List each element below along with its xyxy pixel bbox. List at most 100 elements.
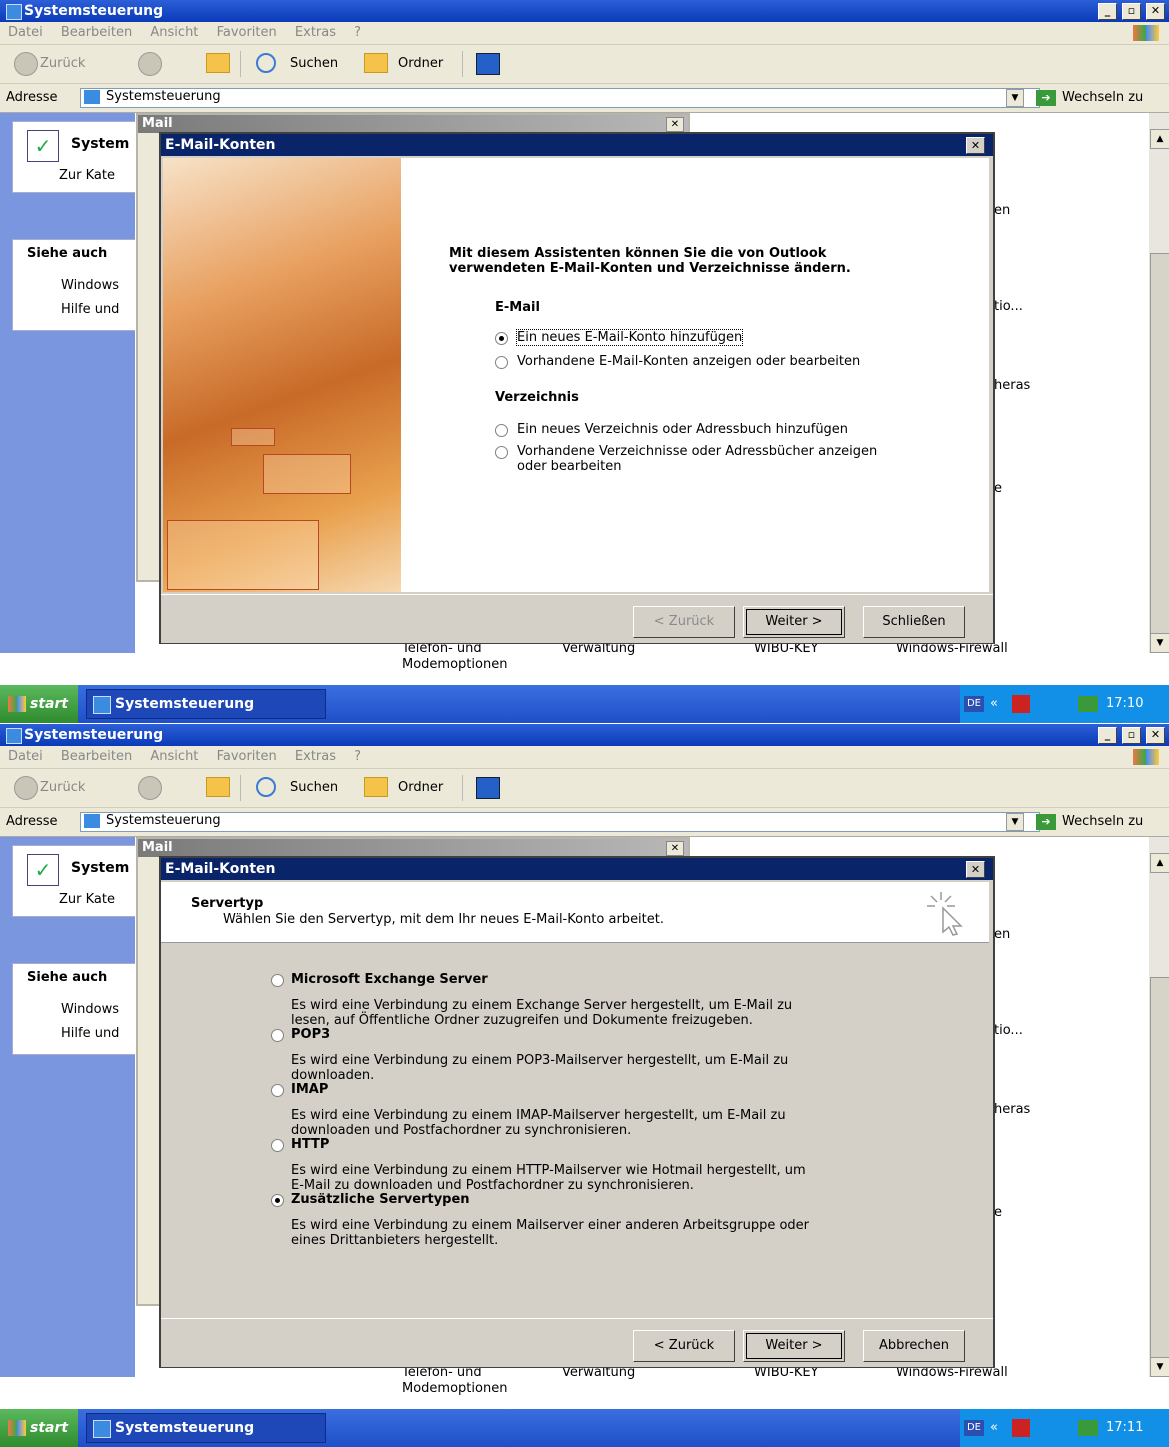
go-arrow-icon[interactable]: ➔ — [1036, 90, 1056, 106]
next-button[interactable]: Weiter > — [743, 1330, 845, 1362]
search-button[interactable]: Suchen — [290, 780, 338, 795]
folder-up-icon[interactable] — [206, 777, 230, 797]
mail-close-button[interactable]: ✕ — [666, 117, 684, 132]
see-also-help[interactable]: Hilfe und — [61, 302, 119, 317]
existing-email-label[interactable]: Vorhandene E-Mail-Konten anzeigen oder b… — [517, 354, 860, 369]
dialog-close-button[interactable]: ✕ — [966, 137, 985, 154]
radio-new-directory[interactable] — [495, 424, 508, 437]
pop3-label[interactable]: POP3 — [291, 1027, 330, 1042]
menu-datei[interactable]: Datei — [8, 749, 43, 764]
minimize-button[interactable]: _ — [1098, 727, 1117, 744]
menu-bearbeiten[interactable]: Bearbeiten — [61, 25, 132, 40]
scroll-thumb[interactable] — [1150, 977, 1169, 1369]
address-dropdown-icon[interactable]: ▼ — [1006, 813, 1024, 831]
menu-datei[interactable]: Datei — [8, 25, 43, 40]
back-arrow-icon[interactable] — [14, 776, 38, 800]
dialog-close-button[interactable]: ✕ — [966, 861, 985, 878]
exchange-label[interactable]: Microsoft Exchange Server — [291, 972, 488, 987]
back-button[interactable]: Zurück — [40, 780, 85, 795]
vertical-scrollbar[interactable]: ▲ ▼ — [1149, 113, 1169, 653]
back-arrow-icon[interactable] — [14, 52, 38, 76]
menu-help[interactable]: ? — [354, 749, 361, 764]
forward-arrow-icon[interactable] — [138, 776, 162, 800]
category-link[interactable]: Zur Kate — [59, 892, 115, 907]
scroll-down-icon[interactable]: ▼ — [1150, 1357, 1169, 1377]
menu-help[interactable]: ? — [354, 25, 361, 40]
taskbar-item-systemsteuerung[interactable]: Systemsteuerung — [86, 1413, 326, 1443]
show-hidden-icons[interactable]: « — [990, 1409, 998, 1447]
search-button[interactable]: Suchen — [290, 56, 338, 71]
existing-directory-label-1[interactable]: Vorhandene Verzeichnisse oder Adressbüch… — [517, 444, 877, 459]
menu-favoriten[interactable]: Favoriten — [217, 25, 277, 40]
radio-existing-directory[interactable] — [495, 446, 508, 459]
phone-modem-label2[interactable]: Modemoptionen — [402, 657, 507, 672]
folder-up-icon[interactable] — [206, 53, 230, 73]
folders-button[interactable]: Ordner — [398, 780, 443, 795]
close-wizard-button[interactable]: Schließen — [863, 606, 965, 638]
scroll-up-icon[interactable]: ▲ — [1150, 129, 1169, 149]
go-arrow-icon[interactable]: ➔ — [1036, 814, 1056, 830]
menu-extras[interactable]: Extras — [295, 749, 336, 764]
folders-icon[interactable] — [364, 777, 388, 797]
go-button[interactable]: Wechseln zu — [1062, 90, 1143, 105]
scroll-down-icon[interactable]: ▼ — [1150, 633, 1169, 653]
radio-additional-servers[interactable] — [271, 1194, 284, 1207]
address-input[interactable] — [80, 812, 1040, 832]
scroll-up-icon[interactable]: ▲ — [1150, 853, 1169, 873]
new-directory-label[interactable]: Ein neues Verzeichnis oder Adressbuch hi… — [517, 422, 848, 437]
back-button[interactable]: < Zurück — [633, 1330, 735, 1362]
search-icon[interactable] — [256, 777, 276, 797]
address-input[interactable] — [80, 88, 1040, 108]
forward-arrow-icon[interactable] — [138, 52, 162, 76]
radio-existing-email[interactable] — [495, 356, 508, 369]
language-indicator[interactable]: DE — [964, 1420, 984, 1436]
network-icon[interactable] — [1078, 696, 1098, 712]
mail-close-button[interactable]: ✕ — [666, 841, 684, 856]
folders-icon[interactable] — [364, 53, 388, 73]
phone-modem-label2[interactable]: Modemoptionen — [402, 1381, 507, 1396]
start-button[interactable]: start — [0, 685, 78, 723]
next-button[interactable]: Weiter > — [743, 606, 845, 638]
radio-imap[interactable] — [271, 1084, 284, 1097]
cancel-button[interactable]: Abbrechen — [863, 1330, 965, 1362]
imap-label[interactable]: IMAP — [291, 1082, 328, 1097]
show-hidden-icons[interactable]: « — [990, 685, 998, 723]
back-button[interactable]: Zurück — [40, 56, 85, 71]
radio-http[interactable] — [271, 1139, 284, 1152]
new-email-label[interactable]: Ein neues E-Mail-Konto hinzufügen — [515, 329, 744, 346]
category-link[interactable]: Zur Kate — [59, 168, 115, 183]
language-indicator[interactable]: DE — [964, 696, 984, 712]
taskbar-item-systemsteuerung[interactable]: Systemsteuerung — [86, 689, 326, 719]
see-also-windows[interactable]: Windows — [61, 1002, 119, 1017]
red-tray-icon[interactable] — [1012, 695, 1030, 713]
start-button[interactable]: start — [0, 1409, 78, 1447]
radio-new-email[interactable] — [495, 332, 508, 345]
search-icon[interactable] — [256, 53, 276, 73]
minimize-button[interactable]: _ — [1098, 3, 1117, 20]
network-icon[interactable] — [1078, 1420, 1098, 1436]
views-icon[interactable] — [476, 777, 500, 799]
views-icon[interactable] — [476, 53, 500, 75]
back-button[interactable]: < Zurück — [633, 606, 735, 638]
see-also-windows[interactable]: Windows — [61, 278, 119, 293]
maximize-button[interactable]: ▫ — [1122, 727, 1141, 744]
radio-exchange[interactable] — [271, 974, 284, 987]
additional-servers-label[interactable]: Zusätzliche Servertypen — [291, 1192, 470, 1207]
address-dropdown-icon[interactable]: ▼ — [1006, 89, 1024, 107]
maximize-button[interactable]: ▫ — [1122, 3, 1141, 20]
menu-favoriten[interactable]: Favoriten — [217, 749, 277, 764]
menu-ansicht[interactable]: Ansicht — [150, 749, 198, 764]
http-label[interactable]: HTTP — [291, 1137, 329, 1152]
menu-ansicht[interactable]: Ansicht — [150, 25, 198, 40]
scroll-thumb[interactable] — [1150, 253, 1169, 645]
menu-bearbeiten[interactable]: Bearbeiten — [61, 749, 132, 764]
close-button[interactable]: ✕ — [1146, 727, 1165, 744]
menu-extras[interactable]: Extras — [295, 25, 336, 40]
existing-directory-label-2[interactable]: oder bearbeiten — [517, 459, 621, 474]
close-button[interactable]: ✕ — [1146, 3, 1165, 20]
radio-pop3[interactable] — [271, 1029, 284, 1042]
vertical-scrollbar[interactable]: ▲ ▼ — [1149, 837, 1169, 1377]
folders-button[interactable]: Ordner — [398, 56, 443, 71]
see-also-help[interactable]: Hilfe und — [61, 1026, 119, 1041]
red-tray-icon[interactable] — [1012, 1419, 1030, 1437]
